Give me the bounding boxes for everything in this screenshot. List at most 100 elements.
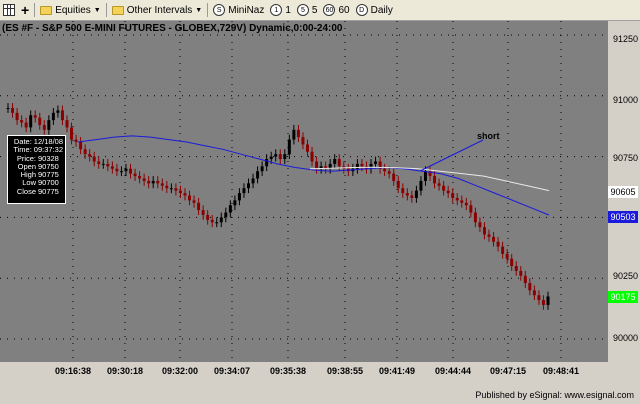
price-bar: [301, 137, 305, 145]
interval-circle-icon: 1: [270, 4, 283, 16]
price-bar: [451, 193, 455, 198]
grid-menu-button[interactable]: [0, 1, 18, 19]
price-bar: [446, 190, 450, 194]
price-bar: [487, 234, 491, 237]
published-by-text: Published by eSignal: www.esignal.com: [475, 390, 634, 400]
price-bar: [233, 200, 237, 206]
price-bar: [88, 154, 92, 157]
interval-5-label: 5: [311, 4, 318, 16]
price-bar: [119, 171, 123, 173]
price-bar: [337, 159, 341, 167]
chevron-down-icon: ▼: [195, 6, 203, 14]
price-bar: [401, 188, 405, 194]
info-close-value: 90775: [38, 186, 59, 196]
price-bar: [165, 185, 169, 189]
time-axis[interactable]: 09:16:38 09:30:18 09:32:00 09:34:07 09:3…: [0, 362, 640, 384]
price-bar: [274, 154, 278, 157]
price-bar: [70, 127, 74, 140]
interval-daily-label: Daily: [370, 4, 393, 16]
time-tick-label: 09:38:55: [326, 366, 364, 376]
interval-circle-icon: 5: [296, 4, 309, 16]
chart-plot-area[interactable]: (ES #F - S&P 500 E-MINI FUTURES - GLOBEX…: [0, 21, 608, 362]
interval-60-button[interactable]: 60 60: [320, 1, 352, 19]
white-moving-average-line: [309, 166, 550, 192]
interval-60-label: 60: [338, 4, 350, 16]
price-bar: [60, 110, 64, 121]
price-bar: [138, 176, 142, 179]
price-bar: [38, 117, 42, 125]
price-bar: [6, 107, 10, 109]
interval-5-button[interactable]: 5 5: [294, 1, 321, 19]
price-bar: [206, 214, 210, 220]
price-bar: [505, 253, 509, 259]
price-bar: [333, 159, 337, 164]
toolbar-divider: [207, 3, 209, 17]
price-bar: [464, 202, 468, 206]
price-bar: [260, 166, 264, 172]
price-bar: [315, 161, 319, 169]
price-bar: [437, 183, 441, 186]
price-tick-label: 91000: [612, 95, 638, 105]
price-bar: [178, 190, 182, 194]
price-bar: [528, 283, 532, 291]
price-bar: [29, 115, 33, 128]
interval-circle-icon: D: [355, 4, 368, 16]
price-bar: [541, 300, 545, 305]
price-bar: [519, 270, 523, 276]
other-intervals-label: Other Intervals: [126, 4, 193, 16]
price-bar: [83, 149, 87, 155]
price-bar: [101, 163, 105, 165]
price-bar: [192, 200, 196, 203]
time-tick-label: 09:35:38: [269, 366, 307, 376]
price-bar: [24, 122, 28, 128]
last-price-tag: 90175: [608, 291, 638, 303]
price-bar: [124, 168, 128, 172]
price-bar: [183, 193, 187, 196]
chevron-down-icon: ▼: [93, 6, 101, 14]
interval-1-button[interactable]: 1 1: [267, 1, 294, 19]
price-bar: [33, 115, 37, 118]
price-bar: [47, 120, 51, 130]
price-bar: [65, 120, 69, 128]
price-bar: [405, 193, 409, 196]
mininaz-button[interactable]: S MiniNaz: [210, 1, 267, 19]
price-bar: [360, 163, 364, 167]
price-bar: [160, 183, 164, 186]
interval-daily-button[interactable]: D Daily: [353, 1, 396, 19]
price-bar: [278, 154, 282, 160]
interval-1-label: 1: [285, 4, 291, 16]
price-bar: [501, 246, 505, 254]
time-tick-label: 09:48:41: [542, 366, 580, 376]
price-bar: [433, 176, 437, 184]
price-bar: [292, 129, 296, 140]
price-bar: [106, 163, 110, 167]
price-tick-label: 90750: [612, 153, 638, 163]
grid-icon: [3, 4, 15, 16]
price-bar: [142, 178, 146, 181]
price-bar: [396, 180, 400, 189]
blue-ma-tag: 90503: [608, 211, 638, 223]
price-tick-label: 91250: [612, 34, 638, 44]
equities-dropdown[interactable]: Equities ▼: [37, 1, 104, 19]
info-close-key: Close: [16, 186, 36, 196]
price-bar: [387, 171, 391, 174]
price-bar: [496, 241, 500, 247]
price-bar: [251, 178, 255, 184]
price-bar: [523, 275, 527, 284]
price-bar: [56, 110, 60, 113]
add-button[interactable]: +: [18, 1, 32, 19]
price-bar: [133, 173, 137, 177]
price-bar: [51, 112, 55, 121]
other-intervals-dropdown[interactable]: Other Intervals ▼: [109, 1, 206, 19]
toolbar-divider: [105, 3, 107, 17]
price-bar: [374, 161, 378, 164]
price-bar: [492, 236, 496, 242]
price-bar: [156, 180, 160, 184]
price-bar: [269, 156, 273, 160]
time-tick-label: 09:41:49: [378, 366, 416, 376]
price-bar: [15, 112, 19, 121]
symbol-circle-icon: S: [213, 4, 226, 16]
data-window: Date: 12/18/08 Time: 09:37:32 Price: 90328 …: [7, 135, 66, 204]
price-bar: [210, 219, 214, 223]
time-tick-label: 09:44:44: [434, 366, 472, 376]
